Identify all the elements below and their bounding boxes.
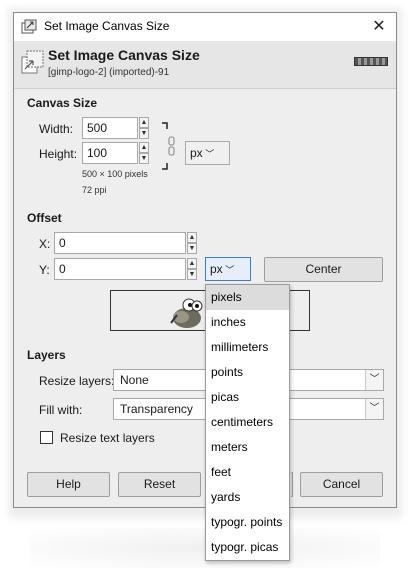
offset-y-field[interactable]: 0 bbox=[54, 258, 186, 280]
close-icon: ✕ bbox=[372, 18, 386, 35]
width-field[interactable]: 500 bbox=[82, 117, 138, 139]
canvas-size-icon bbox=[21, 19, 37, 34]
header-subtitle: [gimp-logo-2] (imported)-91 bbox=[48, 67, 170, 78]
height-label: Height: bbox=[39, 147, 78, 161]
wilber-icon bbox=[170, 298, 203, 328]
chevron-down-icon: ﹀ bbox=[365, 399, 383, 419]
chevron-down-icon: ﹀ bbox=[222, 265, 235, 275]
spin-down-icon[interactable]: ▼ bbox=[187, 269, 197, 280]
title-bar: Set Image Canvas Size ✕ bbox=[14, 13, 396, 41]
height-spinner[interactable]: ▲ ▼ bbox=[139, 142, 149, 164]
fill-with-value: Transparency bbox=[120, 402, 193, 416]
spin-up-icon[interactable]: ▲ bbox=[139, 117, 149, 128]
unit-option-centimeters[interactable]: centimeters bbox=[206, 410, 289, 435]
resize-layers-label: Resize layers: bbox=[39, 374, 115, 388]
unit-option-meters[interactable]: meters bbox=[206, 435, 289, 460]
offset-y-spinner[interactable]: ▲ ▼ bbox=[187, 258, 197, 280]
offset-unit-value: px bbox=[210, 262, 223, 276]
spin-down-icon[interactable]: ▼ bbox=[139, 153, 149, 164]
unit-option-yards[interactable]: yards bbox=[206, 485, 289, 510]
canvas-unit-select[interactable]: px ﹀ bbox=[185, 141, 230, 165]
window-title: Set Image Canvas Size bbox=[44, 19, 170, 33]
height-field[interactable]: 100 bbox=[82, 142, 138, 164]
width-label: Width: bbox=[39, 122, 74, 136]
unit-option-points[interactable]: points bbox=[206, 360, 289, 385]
spin-up-icon[interactable]: ▲ bbox=[187, 258, 197, 269]
offset-x-field[interactable]: 0 bbox=[54, 232, 186, 254]
unit-option-feet[interactable]: feet bbox=[206, 460, 289, 485]
unit-dropdown-menu: pixels inches millimeters points picas c… bbox=[205, 284, 290, 561]
offset-x-label: X: bbox=[39, 237, 51, 251]
center-button[interactable]: Center bbox=[264, 257, 383, 282]
canvas-unit-value: px bbox=[190, 146, 203, 160]
hidden-button-edge bbox=[291, 472, 293, 497]
spin-down-icon[interactable]: ▼ bbox=[187, 243, 197, 254]
resize-text-layers-label[interactable]: Resize text layers bbox=[60, 431, 155, 445]
unit-option-typogr-picas[interactable]: typogr. picas bbox=[206, 535, 289, 560]
resize-layers-value: None bbox=[120, 373, 149, 387]
dimensions-text: 500 × 100 pixels bbox=[82, 169, 148, 179]
chevron-down-icon: ﹀ bbox=[365, 370, 383, 390]
unit-option-millimeters[interactable]: millimeters bbox=[206, 335, 289, 360]
header-title: Set Image Canvas Size bbox=[48, 47, 200, 63]
help-button[interactable]: Help bbox=[27, 472, 110, 497]
unit-option-inches[interactable]: inches bbox=[206, 310, 289, 335]
cancel-button[interactable]: Cancel bbox=[300, 472, 383, 497]
canvas-size-heading: Canvas Size bbox=[27, 96, 98, 110]
canvas-size-icon bbox=[21, 50, 44, 74]
spin-down-icon[interactable]: ▼ bbox=[139, 128, 149, 139]
reset-button[interactable]: Reset bbox=[118, 472, 201, 497]
layers-heading: Layers bbox=[27, 348, 66, 362]
offset-x-spinner[interactable]: ▲ ▼ bbox=[187, 232, 197, 254]
offset-y-label: Y: bbox=[39, 263, 50, 277]
image-thumbnail bbox=[354, 57, 388, 66]
unit-option-picas[interactable]: picas bbox=[206, 385, 289, 410]
chevron-down-icon: ﹀ bbox=[202, 149, 215, 159]
spin-up-icon[interactable]: ▲ bbox=[139, 142, 149, 153]
chain-link-icon[interactable] bbox=[161, 121, 179, 171]
fill-with-label: Fill with: bbox=[39, 403, 83, 417]
unit-option-typogr-points[interactable]: typogr. points bbox=[206, 510, 289, 535]
width-spinner[interactable]: ▲ ▼ bbox=[139, 117, 149, 139]
offset-unit-select[interactable]: px ﹀ bbox=[205, 257, 251, 281]
resize-text-layers-checkbox[interactable] bbox=[40, 431, 53, 444]
offset-heading: Offset bbox=[27, 211, 62, 225]
dialog-header: Set Image Canvas Size [gimp-logo-2] (imp… bbox=[14, 41, 396, 89]
close-button[interactable]: ✕ bbox=[362, 13, 396, 41]
resolution-text: 72 ppi bbox=[82, 185, 107, 195]
spin-up-icon[interactable]: ▲ bbox=[187, 232, 197, 243]
unit-option-pixels[interactable]: pixels bbox=[206, 285, 289, 310]
